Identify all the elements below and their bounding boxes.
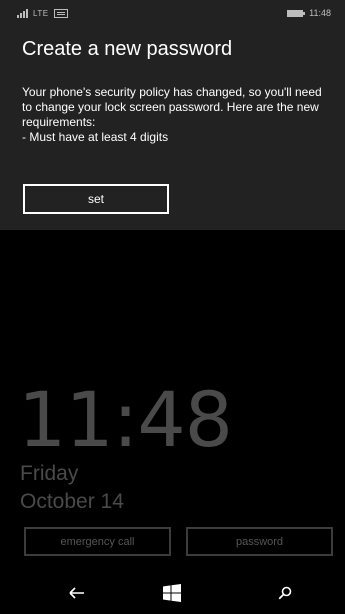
phone-screen: LTE 11:48 Create a new password Your pho… [0, 0, 345, 614]
status-left: LTE [17, 8, 68, 18]
navigation-bar [0, 572, 345, 614]
back-arrow-icon [69, 587, 84, 599]
lock-day: Friday [20, 462, 79, 485]
status-time: 11:48 [309, 8, 331, 18]
dialog-title: Create a new password [22, 38, 233, 60]
signal-strength-icon [17, 8, 28, 18]
status-right: 11:48 [287, 8, 331, 18]
search-button[interactable] [265, 578, 305, 608]
password-policy-dialog: LTE 11:48 Create a new password Your pho… [0, 0, 345, 230]
dialog-message: Your phone's security policy has changed… [22, 85, 332, 145]
set-button[interactable]: set [23, 184, 169, 214]
message-icon [53, 8, 68, 18]
network-type-label: LTE [33, 8, 49, 18]
password-button[interactable]: password [186, 527, 333, 556]
search-icon [278, 586, 292, 600]
status-bar: LTE 11:48 [0, 0, 345, 26]
windows-logo-icon [163, 584, 181, 602]
battery-icon [287, 9, 306, 17]
requirement-item: - Must have at least 4 digits [22, 130, 169, 144]
lock-clock: 11:48 [18, 375, 233, 464]
policy-message: Your phone's security policy has changed… [22, 85, 322, 129]
start-button[interactable] [152, 578, 192, 608]
back-button[interactable] [57, 578, 97, 608]
emergency-call-button[interactable]: emergency call [24, 527, 171, 556]
lock-date: October 14 [20, 490, 124, 513]
